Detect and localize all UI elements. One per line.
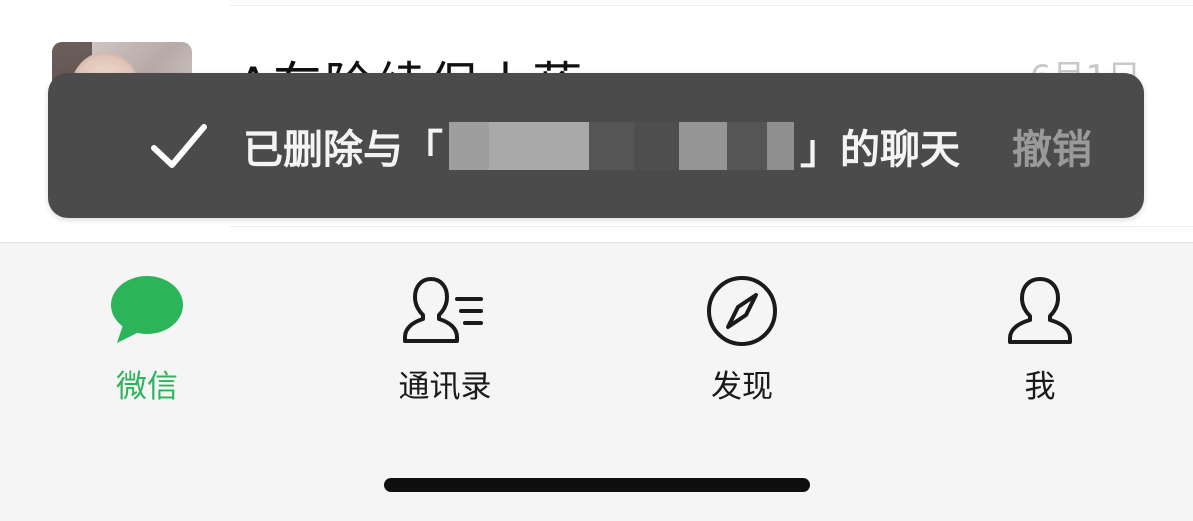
- tab-contacts[interactable]: 通讯录: [355, 273, 535, 405]
- person-icon: [1008, 277, 1072, 344]
- deleted-chat-toast: 已删除与「 」的聊天 撤销: [48, 73, 1144, 218]
- tab-chats[interactable]: 微信: [57, 273, 237, 405]
- redacted-contact-name: [449, 121, 794, 170]
- contacts-icon: [403, 277, 483, 343]
- toast-message-suffix: 」的聊天: [800, 126, 960, 173]
- compass-icon: [707, 276, 777, 346]
- toast-message-prefix: 已删除与「: [243, 126, 443, 173]
- tab-label: 我: [1024, 369, 1056, 405]
- tab-me[interactable]: 我: [950, 273, 1130, 405]
- wechat-screen: A车险续保小蒋 6月1日 已删除与「 」的聊天 撤销: [0, 0, 1193, 521]
- tab-label: 微信: [116, 369, 178, 405]
- undo-button[interactable]: 撤销: [1012, 117, 1092, 175]
- chat-bubble-icon: [111, 276, 183, 343]
- home-indicator[interactable]: [384, 478, 810, 492]
- divider: [230, 226, 1193, 227]
- tab-label: 发现: [711, 369, 773, 405]
- tab-label: 通讯录: [398, 369, 492, 405]
- toast-message: 已删除与「 」的聊天: [243, 117, 960, 175]
- divider: [230, 5, 1193, 6]
- checkmark-icon: [151, 124, 207, 168]
- tab-discover[interactable]: 发现: [652, 273, 832, 405]
